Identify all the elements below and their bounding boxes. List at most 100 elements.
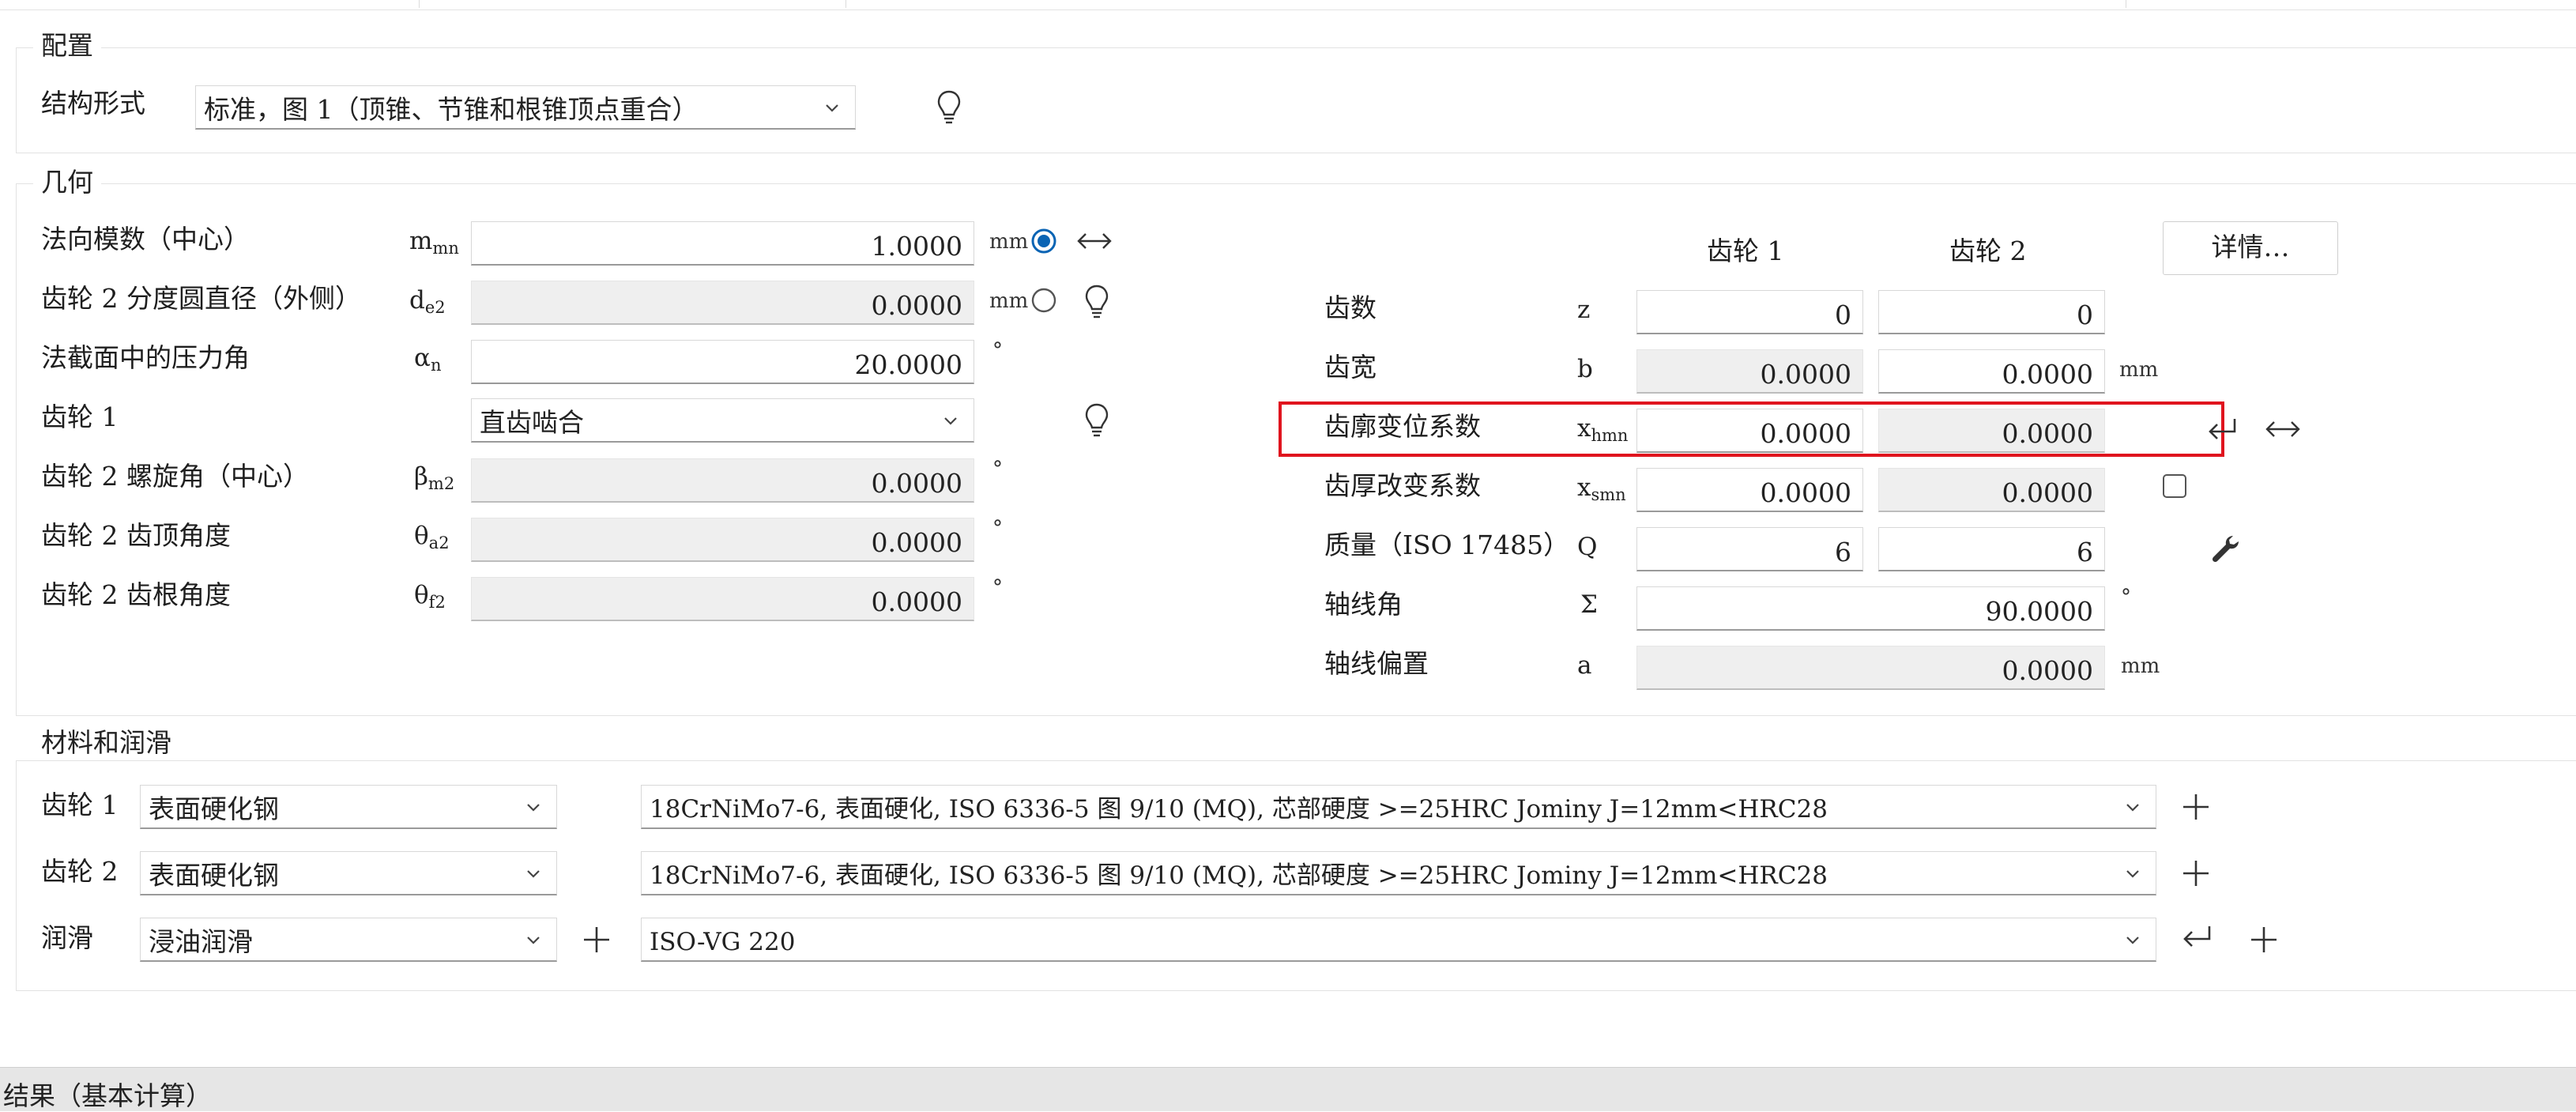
top-strip: [0, 0, 2576, 10]
tip-angle-unit: °: [992, 517, 1003, 541]
thickness-mod-gear2-field[interactable]: 0.0000: [1878, 468, 2105, 512]
gear2-material-value: 18CrNiMo7-6, 表面硬化, ISO 6336-5 图 9/10 (MQ…: [650, 861, 1828, 890]
results-section-header[interactable]: 结果（基本计算）: [0, 1067, 2576, 1111]
pressure-angle-field[interactable]: 20.0000: [471, 340, 974, 384]
offset-unit: mm: [2121, 654, 2160, 678]
materials-group-title: 材料和润滑: [33, 727, 179, 759]
quality-symbol: Q: [1577, 533, 1598, 561]
gear2-type-value: 表面硬化钢: [149, 860, 279, 891]
pressure-angle-unit: °: [992, 339, 1003, 363]
gear2-material-label: 齿轮 2: [41, 856, 119, 887]
lubrication-type-select[interactable]: 浸油润滑: [140, 918, 557, 962]
radio-selected-module[interactable]: [1030, 228, 1057, 254]
double-arrow-icon[interactable]: [1076, 229, 1113, 253]
gear1-type-value: 表面硬化钢: [149, 793, 279, 824]
gear2-material-select[interactable]: 18CrNiMo7-6, 表面硬化, ISO 6336-5 图 9/10 (MQ…: [641, 851, 2156, 895]
offset-label: 轴线偏置: [1324, 648, 1429, 679]
plus-icon[interactable]: [2181, 858, 2211, 888]
gear1-material-value: 18CrNiMo7-6, 表面硬化, ISO 6336-5 图 9/10 (MQ…: [650, 795, 1828, 824]
normal-module-symbol: mmn: [409, 227, 459, 258]
pitch-diameter-label: 齿轮 2 分度圆直径（外侧）: [41, 283, 361, 314]
enter-arrow-icon[interactable]: [2179, 922, 2216, 953]
pitch-diameter-field[interactable]: 0.0000: [471, 281, 974, 325]
pressure-angle-symbol: αn: [414, 344, 442, 375]
gear1-type-select[interactable]: 表面硬化钢: [140, 785, 557, 829]
enter-arrow-icon[interactable]: [2205, 414, 2241, 446]
tip-angle-label: 齿轮 2 齿顶角度: [41, 520, 231, 551]
teeth-count-label: 齿数: [1324, 292, 1377, 323]
lightbulb-icon[interactable]: [1083, 401, 1111, 439]
details-button[interactable]: 详情…: [2163, 221, 2338, 275]
helix-angle-field[interactable]: 0.0000: [471, 458, 974, 503]
shaft-angle-unit: °: [2121, 586, 2131, 609]
plus-icon[interactable]: [2181, 792, 2211, 822]
results-title: 结果（基本计算）: [3, 1080, 212, 1111]
shaft-angle-field[interactable]: 90.0000: [1636, 586, 2105, 631]
face-width-gear2-field[interactable]: 0.0000: [1878, 349, 2105, 394]
root-angle-label: 齿轮 2 齿根角度: [41, 579, 231, 610]
pitch-diameter-unit: mm: [989, 289, 1029, 313]
face-width-symbol: b: [1577, 355, 1593, 383]
chevron-down-icon: [527, 804, 540, 812]
lightbulb-icon[interactable]: [1083, 283, 1111, 321]
chevron-down-icon: [2126, 804, 2139, 812]
structure-select[interactable]: 标准，图 1（顶锥、节锥和根锥顶点重合）: [195, 85, 856, 130]
lightbulb-icon[interactable]: [935, 89, 963, 126]
face-width-label: 齿宽: [1324, 352, 1377, 383]
teeth-count-gear1-field[interactable]: 0: [1636, 290, 1863, 334]
shaft-angle-label: 轴线角: [1324, 589, 1403, 620]
config-group-title: 配置: [33, 30, 101, 62]
quality-gear1-field[interactable]: 6: [1636, 527, 1863, 571]
offset-field[interactable]: 0.0000: [1636, 646, 2105, 690]
pitch-diameter-symbol: de2: [409, 286, 446, 317]
gear2-column-header: 齿轮 2: [1949, 236, 2027, 266]
gear1-type-label: 齿轮 1: [41, 401, 119, 432]
thickness-mod-checkbox[interactable]: [2163, 474, 2186, 498]
normal-module-label: 法向模数（中心）: [41, 224, 250, 254]
chevron-down-icon: [2126, 937, 2139, 944]
structure-select-value: 标准，图 1（顶锥、节锥和根锥顶点重合）: [204, 94, 699, 125]
thickness-mod-gear1-field[interactable]: 0.0000: [1636, 468, 1863, 512]
gear1-material-label: 齿轮 1: [41, 790, 119, 820]
geometry-group-title: 几何: [33, 167, 101, 198]
quality-gear2-field[interactable]: 6: [1878, 527, 2105, 571]
structure-label: 结构形式: [41, 88, 145, 119]
chevron-down-icon: [527, 870, 540, 878]
radio-unselected-diameter[interactable]: [1030, 287, 1057, 314]
lubricant-value: ISO-VG 220: [650, 928, 796, 956]
plus-icon[interactable]: [2249, 925, 2279, 955]
gear1-type-value: 直齿啮合: [480, 407, 584, 438]
pressure-angle-label: 法截面中的压力角: [41, 342, 250, 373]
offset-symbol: a: [1577, 651, 1592, 680]
normal-module-unit: mm: [989, 230, 1029, 254]
lubrication-type-value: 浸油润滑: [149, 926, 253, 957]
plus-icon[interactable]: [582, 925, 612, 955]
gear1-type-select[interactable]: 直齿啮合: [471, 398, 974, 443]
root-angle-symbol: θf2: [414, 581, 446, 612]
double-arrow-icon[interactable]: [2265, 417, 2301, 441]
lubricant-select[interactable]: ISO-VG 220: [641, 918, 2156, 962]
face-width-unit: mm: [2119, 358, 2159, 382]
chevron-down-icon: [826, 104, 838, 112]
wrench-icon[interactable]: [2209, 533, 2241, 564]
face-width-gear1-field[interactable]: 0.0000: [1636, 349, 1863, 394]
root-angle-field[interactable]: 0.0000: [471, 577, 974, 621]
gear2-type-select[interactable]: 表面硬化钢: [140, 851, 557, 895]
chevron-down-icon: [2126, 870, 2139, 878]
thickness-mod-symbol: xsmn: [1577, 473, 1626, 504]
teeth-count-gear2-field[interactable]: 0: [1878, 290, 2105, 334]
chevron-down-icon: [944, 417, 957, 425]
normal-module-field[interactable]: 1.0000: [471, 221, 974, 266]
lubrication-label: 润滑: [41, 922, 93, 953]
thickness-mod-label: 齿厚改变系数: [1324, 470, 1481, 501]
gear1-material-select[interactable]: 18CrNiMo7-6, 表面硬化, ISO 6336-5 图 9/10 (MQ…: [641, 785, 2156, 829]
teeth-count-symbol: z: [1577, 296, 1591, 324]
root-angle-unit: °: [992, 576, 1003, 600]
helix-angle-unit: °: [992, 458, 1003, 481]
gear1-column-header: 齿轮 1: [1707, 236, 1784, 266]
chevron-down-icon: [527, 937, 540, 944]
profile-shift-highlight: [1279, 401, 2224, 457]
shaft-angle-symbol: Σ: [1580, 590, 1598, 619]
tip-angle-field[interactable]: 0.0000: [471, 518, 974, 562]
quality-label: 质量（ISO 17485）: [1324, 530, 1570, 560]
